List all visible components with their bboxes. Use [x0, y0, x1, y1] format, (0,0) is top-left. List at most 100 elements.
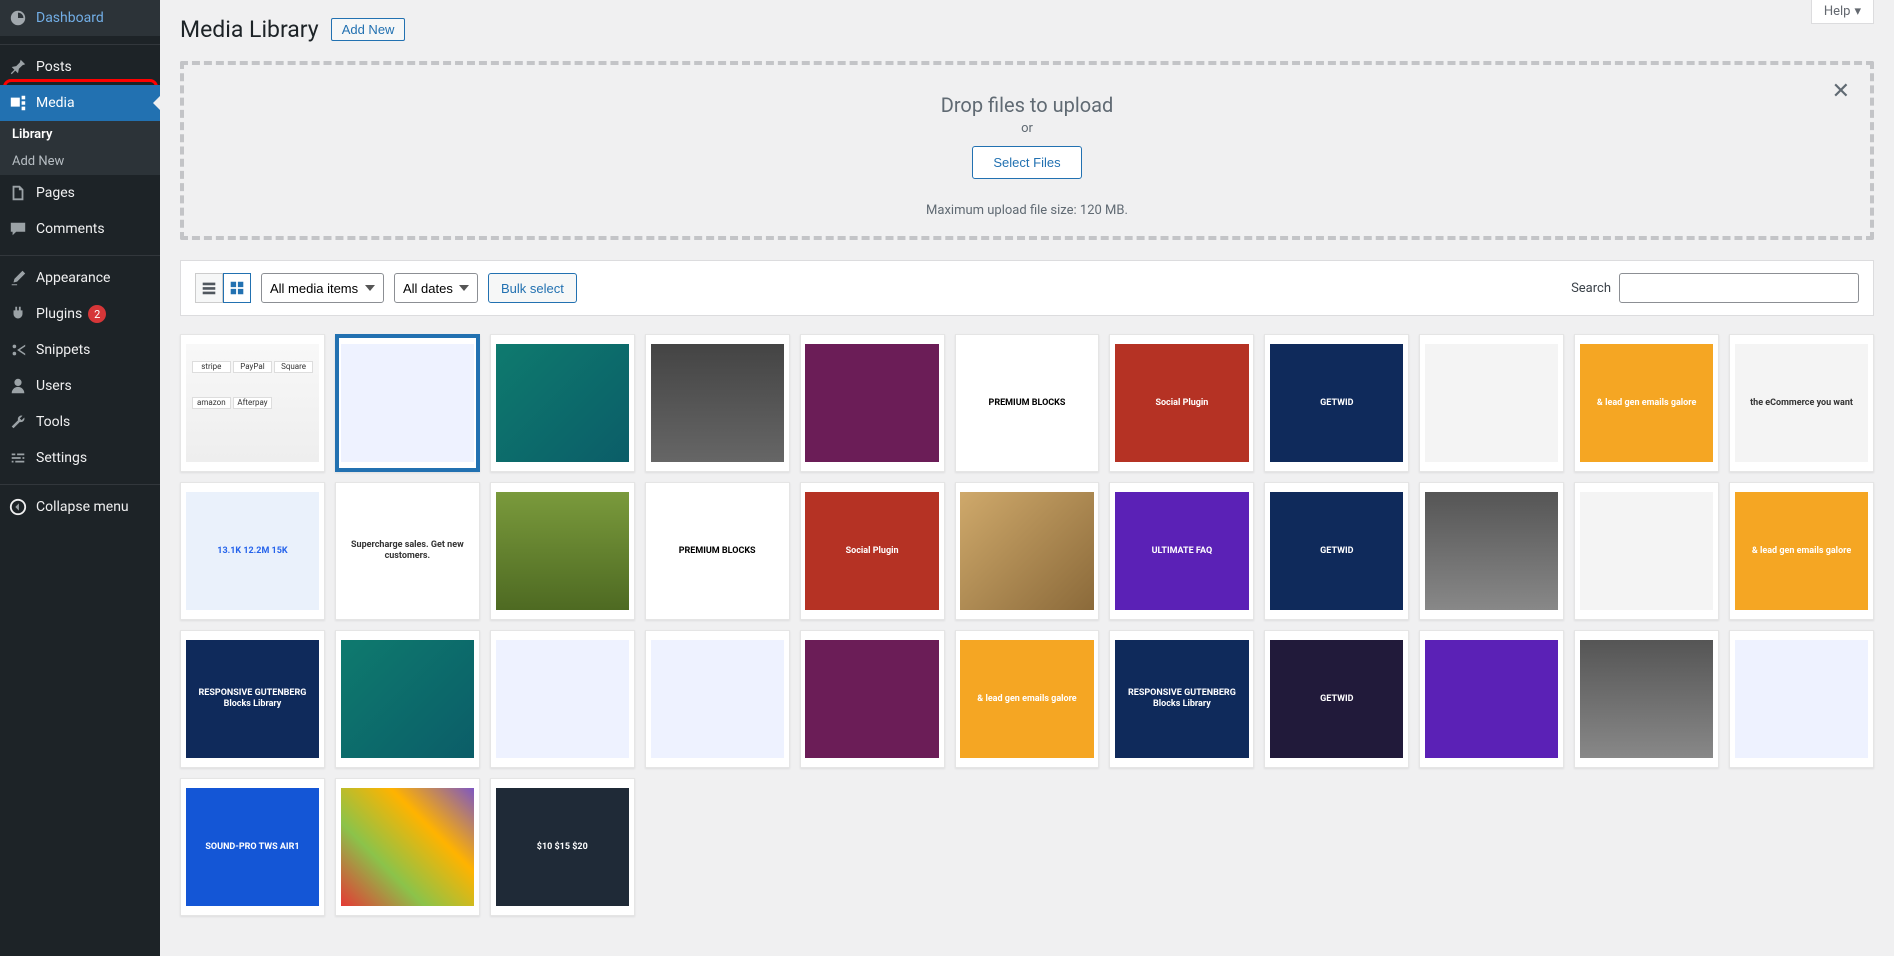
media-thumbnail: [805, 344, 938, 463]
media-thumbnail: [341, 788, 474, 907]
media-thumbnail: RESPONSIVE GUTENBERG Blocks Library: [1115, 640, 1248, 759]
media-thumbnail: [805, 640, 938, 759]
list-icon: [200, 279, 218, 297]
sidebar-item-plugins[interactable]: Plugins 2: [0, 296, 160, 332]
media-item[interactable]: [335, 778, 480, 916]
media-thumbnail: the eCommerce you want: [1735, 344, 1868, 463]
sidebar-label: Comments: [36, 221, 105, 237]
media-item[interactable]: [335, 334, 480, 472]
media-thumbnail: [651, 344, 784, 463]
media-thumbnail: & lead gen emails galore: [960, 640, 1093, 759]
admin-sidebar: Dashboard Posts Media Library Add New Pa…: [0, 0, 160, 956]
media-thumbnail: [1735, 640, 1868, 759]
media-item[interactable]: RESPONSIVE GUTENBERG Blocks Library: [180, 630, 325, 768]
collapse-icon: [8, 497, 28, 517]
submenu-library[interactable]: Library: [0, 121, 160, 148]
media-thumbnail: [1580, 492, 1713, 611]
add-new-button[interactable]: Add New: [331, 18, 406, 41]
media-item[interactable]: [800, 334, 945, 472]
media-thumbnail: 13.1K 12.2M 15K: [186, 492, 319, 611]
media-item[interactable]: RESPONSIVE GUTENBERG Blocks Library: [1109, 630, 1254, 768]
media-type-filter[interactable]: All media items: [261, 273, 384, 303]
sidebar-item-appearance[interactable]: Appearance: [0, 260, 160, 296]
media-item[interactable]: GETWID: [1264, 482, 1409, 620]
media-item[interactable]: [645, 334, 790, 472]
media-item[interactable]: 13.1K 12.2M 15K: [180, 482, 325, 620]
list-view-button[interactable]: [195, 273, 223, 303]
media-item[interactable]: [645, 630, 790, 768]
media-item[interactable]: ULTIMATE FAQ: [1109, 482, 1254, 620]
media-item[interactable]: [1419, 334, 1564, 472]
media-submenu: Library Add New: [0, 121, 160, 175]
media-item[interactable]: [1574, 482, 1719, 620]
upload-max: Maximum upload file size: 120 MB.: [204, 203, 1850, 218]
bulk-select-button[interactable]: Bulk select: [488, 273, 577, 303]
media-thumbnail: & lead gen emails galore: [1735, 492, 1868, 611]
close-uploader-icon[interactable]: ✕: [1832, 79, 1850, 104]
sidebar-label: Appearance: [36, 270, 110, 286]
media-thumbnail: RESPONSIVE GUTENBERG Blocks Library: [186, 640, 319, 759]
date-filter[interactable]: All dates: [394, 273, 478, 303]
help-tab[interactable]: Help ▾: [1811, 0, 1874, 24]
sidebar-item-comments[interactable]: Comments: [0, 211, 160, 247]
sidebar-label: Media: [36, 95, 75, 111]
media-item[interactable]: [490, 334, 635, 472]
sidebar-item-dashboard[interactable]: Dashboard: [0, 0, 160, 36]
media-item[interactable]: [1419, 630, 1564, 768]
media-item[interactable]: [490, 482, 635, 620]
media-thumbnail: [341, 640, 474, 759]
media-thumbnail: Social Plugin: [1115, 344, 1248, 463]
media-item[interactable]: stripePayPalSquareamazonAfterpay: [180, 334, 325, 472]
media-item[interactable]: GETWID: [1264, 334, 1409, 472]
media-toolbar: All media items All dates Bulk select Se…: [180, 260, 1874, 316]
select-files-button[interactable]: Select Files: [972, 146, 1081, 179]
media-item[interactable]: $10 $15 $20: [490, 778, 635, 916]
sidebar-item-users[interactable]: Users: [0, 368, 160, 404]
media-item[interactable]: [800, 630, 945, 768]
uploader-dropzone[interactable]: ✕ Drop files to upload or Select Files M…: [180, 61, 1874, 240]
media-thumbnail: [1425, 344, 1558, 463]
pages-icon: [8, 183, 28, 203]
sidebar-item-settings[interactable]: Settings: [0, 440, 160, 476]
sidebar-item-posts[interactable]: Posts: [0, 49, 160, 85]
media-thumbnail: GETWID: [1270, 344, 1403, 463]
media-item[interactable]: Social Plugin: [1109, 334, 1254, 472]
media-item[interactable]: & lead gen emails galore: [1574, 334, 1719, 472]
media-thumbnail: $10 $15 $20: [496, 788, 629, 907]
grid-icon: [228, 279, 246, 297]
media-item[interactable]: Social Plugin: [800, 482, 945, 620]
sidebar-label: Settings: [36, 450, 87, 466]
sidebar-label: Snippets: [36, 342, 90, 358]
media-item[interactable]: [1574, 630, 1719, 768]
media-item[interactable]: [955, 482, 1100, 620]
sidebar-collapse[interactable]: Collapse menu: [0, 489, 160, 525]
sidebar-item-pages[interactable]: Pages: [0, 175, 160, 211]
media-item[interactable]: & lead gen emails galore: [1729, 482, 1874, 620]
sidebar-item-tools[interactable]: Tools: [0, 404, 160, 440]
media-item[interactable]: [490, 630, 635, 768]
media-item[interactable]: the eCommerce you want: [1729, 334, 1874, 472]
submenu-add-new[interactable]: Add New: [0, 148, 160, 175]
media-thumbnail: [496, 344, 629, 463]
media-item[interactable]: PREMIUM BLOCKS: [955, 334, 1100, 472]
media-item[interactable]: & lead gen emails galore: [955, 630, 1100, 768]
media-item[interactable]: [1419, 482, 1564, 620]
media-thumbnail: PREMIUM BLOCKS: [651, 492, 784, 611]
sidebar-item-media[interactable]: Media: [0, 85, 160, 121]
sidebar-label: Pages: [36, 185, 75, 201]
media-item[interactable]: [1729, 630, 1874, 768]
media-item[interactable]: GETWID: [1264, 630, 1409, 768]
search-input[interactable]: [1619, 273, 1859, 303]
media-item[interactable]: [335, 630, 480, 768]
media-item[interactable]: PREMIUM BLOCKS: [645, 482, 790, 620]
grid-view-button[interactable]: [223, 273, 251, 303]
sidebar-item-snippets[interactable]: Snippets: [0, 332, 160, 368]
media-thumbnail: [496, 640, 629, 759]
media-icon: [8, 93, 28, 113]
media-item[interactable]: SOUND-PRO TWS AIR1: [180, 778, 325, 916]
users-icon: [8, 376, 28, 396]
brush-icon: [8, 268, 28, 288]
media-item[interactable]: Supercharge sales. Get new customers.: [335, 482, 480, 620]
media-thumbnail: PREMIUM BLOCKS: [960, 344, 1093, 463]
sidebar-label: Posts: [36, 59, 72, 75]
